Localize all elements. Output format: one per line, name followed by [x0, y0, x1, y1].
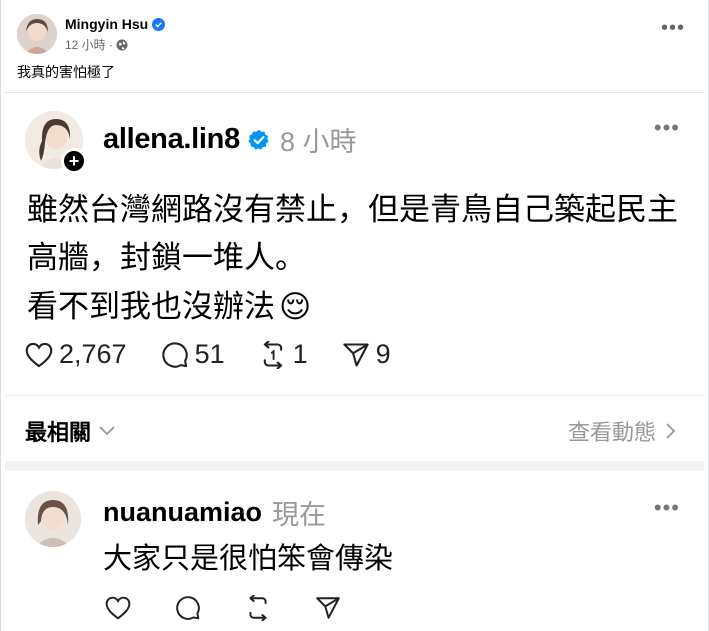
- comment-action: 51: [161, 339, 225, 370]
- divider: [5, 395, 704, 396]
- reply-username: nuanuamiao: [103, 497, 263, 527]
- post-timestamp[interactable]: 12 小時: [65, 36, 106, 53]
- author-name-row: Mingyin Hsu: [65, 16, 166, 32]
- view-activity-label: 查看動態: [567, 420, 656, 445]
- threads-post-time: 8 小時: [279, 127, 357, 157]
- threads-username: allena.lin8: [103, 123, 240, 155]
- facebook-post-card: Mingyin Hsu 12 小時 · ••• 我真的害怕極了 + allena…: [0, 0, 709, 631]
- meta-separator: ·: [108, 37, 113, 52]
- reply-author-avatar: [25, 491, 81, 547]
- repost-action: 1: [259, 339, 308, 370]
- reply-like-action: [103, 593, 133, 623]
- follow-plus-icon: +: [61, 148, 87, 174]
- post-caption: 我真的害怕極了: [17, 64, 115, 80]
- heart-icon: [105, 596, 131, 620]
- threads-post-text-2-body: 看不到我也沒辦法: [27, 289, 275, 324]
- relieved-face-emoji: 😌: [279, 289, 312, 324]
- view-activity-link: 查看動態: [568, 415, 676, 447]
- comment-count: 51: [194, 339, 225, 369]
- post-meta: 12 小時 ·: [65, 36, 128, 53]
- threads-more-icon: •••: [653, 115, 680, 140]
- section-band: [5, 461, 704, 471]
- reply-repost-action: [243, 593, 273, 623]
- reply-header: nuanuamiao 現在: [103, 493, 326, 532]
- like-action: 2,767: [25, 339, 127, 370]
- sort-dropdown: 最相關: [25, 415, 115, 447]
- reply-share-action: [313, 593, 343, 623]
- post-options-button[interactable]: •••: [661, 18, 685, 38]
- post-header: Mingyin Hsu 12 小時 · •••: [17, 12, 697, 54]
- reply-more-icon: •••: [653, 495, 680, 520]
- threads-post-text-2: 看不到我也沒辦法 😌: [27, 285, 311, 329]
- share-action: 9: [342, 339, 391, 370]
- threads-post-header: allena.lin8 8 小時: [103, 120, 356, 159]
- heart-icon: [25, 342, 53, 367]
- reply-action-bar: [103, 593, 343, 623]
- repost-icon: [263, 340, 282, 369]
- reply-comment-action: [173, 593, 203, 623]
- like-count: 2,767: [59, 339, 127, 369]
- chevron-down-icon: [99, 426, 115, 436]
- globe-icon: [116, 39, 128, 50]
- reply-text: 大家只是很怕笨會傳染: [103, 543, 394, 575]
- verified-badge-icon: [152, 17, 166, 31]
- send-icon: [342, 342, 369, 367]
- repost-count: 1: [292, 339, 308, 369]
- share-count: 9: [375, 339, 391, 369]
- chevron-right-icon: [666, 423, 676, 439]
- threads-action-bar: 2,767 51 1 9: [25, 339, 425, 370]
- comment-bubble-icon: [176, 596, 200, 620]
- repost-icon: [249, 595, 267, 621]
- threads-post-text: 雖然台灣網路沒有禁止，但是青鳥自己築起民主高牆，封鎖一堆人。: [27, 192, 678, 275]
- reply-time: 現在: [272, 500, 327, 530]
- send-icon: [316, 597, 340, 619]
- comment-bubble-icon: [161, 341, 188, 368]
- embedded-threads-screenshot[interactable]: + allena.lin8 8 小時 ••• 雖然台灣網路沒有禁止，但是青鳥自己…: [5, 92, 704, 631]
- sort-label: 最相關: [25, 420, 92, 445]
- author-name[interactable]: Mingyin Hsu: [65, 16, 148, 32]
- author-avatar[interactable]: [17, 14, 57, 54]
- verified-badge-icon: [248, 129, 269, 150]
